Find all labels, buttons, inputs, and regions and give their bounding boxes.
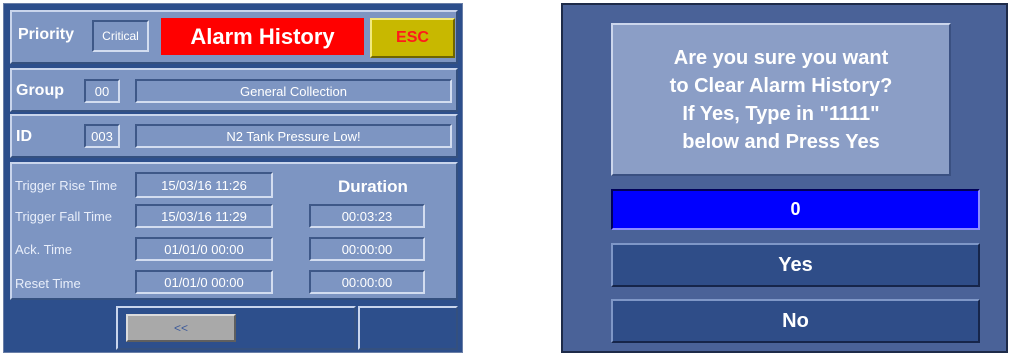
id-number: 003 [84, 124, 120, 148]
group-name: General Collection [135, 79, 452, 103]
esc-button[interactable]: ESC [370, 18, 455, 58]
id-label: ID [16, 128, 32, 145]
priority-value: Critical [92, 20, 149, 52]
password-entry-field[interactable]: 0 [611, 189, 980, 230]
duration-header: Duration [338, 177, 408, 196]
group-number: 00 [84, 79, 120, 103]
trigger-rise-label: Trigger Rise Time [15, 178, 118, 193]
ack-time: 01/01/0 00:00 [135, 237, 273, 261]
priority-label: Priority [18, 26, 75, 43]
trigger-rise-time: 15/03/16 11:26 [135, 172, 273, 198]
confirm-message-line: below and Press Yes [682, 130, 880, 153]
ack-time-label: Ack. Time [15, 242, 73, 257]
confirm-message: Are you sure you want to Clear Alarm His… [611, 23, 951, 176]
yes-button[interactable]: Yes [611, 243, 980, 287]
trigger-fall-duration: 00:03:23 [309, 204, 425, 228]
reset-time: 01/01/0 00:00 [135, 270, 273, 294]
ack-duration: 00:00:00 [309, 237, 425, 261]
id-description: N2 Tank Pressure Low! [135, 124, 452, 148]
confirm-message-line: Are you sure you want [673, 46, 889, 69]
page-title: Alarm History [161, 18, 364, 55]
back-button[interactable]: << [126, 314, 236, 342]
no-button[interactable]: No [611, 299, 980, 343]
alarm-history-panel: Priority Critical Alarm History ESC Grou… [3, 3, 463, 353]
group-label: Group [16, 82, 64, 99]
footer-frame-right [358, 306, 458, 350]
clear-history-dialog: Are you sure you want to Clear Alarm His… [561, 3, 1008, 353]
trigger-fall-time: 15/03/16 11:29 [135, 204, 273, 228]
reset-duration: 00:00:00 [309, 270, 425, 294]
reset-time-label: Reset Time [15, 276, 81, 291]
confirm-message-line: to Clear Alarm History? [669, 74, 893, 97]
trigger-fall-label: Trigger Fall Time [15, 209, 113, 224]
confirm-message-line: If Yes, Type in "1111" [682, 102, 880, 125]
